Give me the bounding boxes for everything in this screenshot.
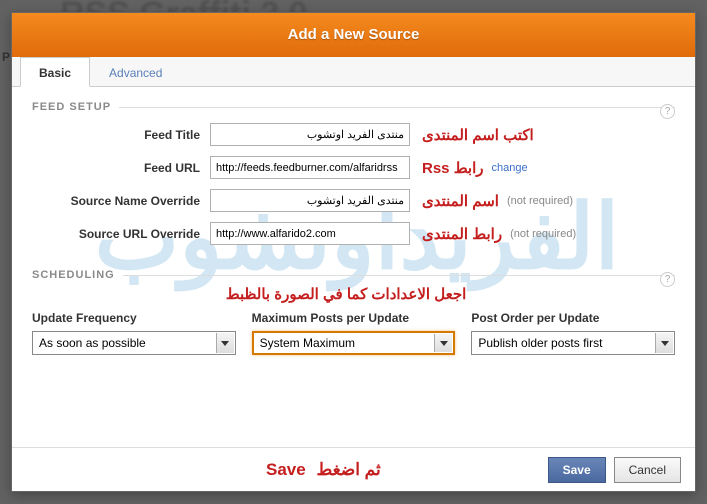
ann-feed-title: اكتب اسم المنتدى	[422, 126, 534, 144]
help-icon-2[interactable]: ?	[660, 272, 675, 287]
row-name-override: Source Name Override اسم المنتدى (not re…	[32, 189, 675, 212]
feed-setup-legend: FEED SETUP	[32, 101, 119, 113]
select-post-order[interactable]: Publish older posts first	[471, 331, 675, 355]
ann-name-override: اسم المنتدى	[422, 192, 499, 210]
select-max-posts[interactable]: System Maximum	[252, 331, 456, 355]
ann-scheduling: اجعل الاعدادات كما في الصورة بالظبط	[32, 285, 675, 303]
dialog-body: الفريداوتشوب FEED SETUP ? Feed Title اكت…	[12, 87, 695, 447]
change-link[interactable]: change	[492, 162, 528, 174]
hint-url-override: (not required)	[510, 228, 576, 240]
col-max-posts: Maximum Posts per Update System Maximum	[252, 311, 456, 355]
col-post-order: Post Order per Update Publish older post…	[471, 311, 675, 355]
label-feed-title: Feed Title	[32, 128, 210, 142]
label-name-override: Source Name Override	[32, 194, 210, 208]
bg-letter: P	[2, 50, 10, 64]
save-button[interactable]: Save	[548, 457, 606, 483]
label-url-override: Source URL Override	[32, 227, 210, 241]
ann-feed-url: رابط Rss	[422, 159, 484, 177]
input-feed-title[interactable]	[210, 123, 410, 146]
dialog-title: Add a New Source	[12, 13, 695, 57]
row-feed-url: Feed URL رابط Rss change	[32, 156, 675, 179]
input-url-override[interactable]	[210, 222, 410, 245]
scheduling-fieldset: SCHEDULING ? اجعل الاعدادات كما في الصور…	[32, 269, 675, 355]
feed-setup-fieldset: FEED SETUP ? Feed Title اكتب اسم المنتدى…	[32, 101, 675, 255]
row-feed-title: Feed Title اكتب اسم المنتدى	[32, 123, 675, 146]
help-icon[interactable]: ?	[660, 104, 675, 119]
tab-bar: Basic Advanced	[12, 57, 695, 87]
input-name-override[interactable]	[210, 189, 410, 212]
label-frequency: Update Frequency	[32, 311, 236, 325]
dialog: Add a New Source Basic Advanced الفريداو…	[11, 12, 696, 492]
ann-url-override: رابط المنتدى	[422, 225, 502, 243]
cancel-button[interactable]: Cancel	[614, 457, 681, 483]
scheduling-columns: Update Frequency As soon as possible Max…	[32, 311, 675, 355]
dialog-footer: ثم اضغط Save Save Cancel	[12, 447, 695, 491]
scheduling-legend: SCHEDULING	[32, 269, 123, 281]
select-frequency[interactable]: As soon as possible	[32, 331, 236, 355]
col-frequency: Update Frequency As soon as possible	[32, 311, 236, 355]
row-url-override: Source URL Override رابط المنتدى (not re…	[32, 222, 675, 245]
input-feed-url[interactable]	[210, 156, 410, 179]
tab-advanced[interactable]: Advanced	[90, 57, 181, 86]
label-feed-url: Feed URL	[32, 161, 210, 175]
select-post-order-value: Publish older posts first	[478, 336, 602, 350]
chevron-down-icon	[655, 333, 673, 353]
select-frequency-value: As soon as possible	[39, 336, 146, 350]
select-max-posts-value: System Maximum	[260, 336, 355, 350]
chevron-down-icon	[216, 333, 234, 353]
label-post-order: Post Order per Update	[471, 311, 675, 325]
tab-basic[interactable]: Basic	[20, 57, 90, 87]
footer-annotation: ثم اضغط Save	[266, 460, 381, 480]
label-max-posts: Maximum Posts per Update	[252, 311, 456, 325]
hint-name-override: (not required)	[507, 195, 573, 207]
chevron-down-icon	[434, 334, 452, 352]
